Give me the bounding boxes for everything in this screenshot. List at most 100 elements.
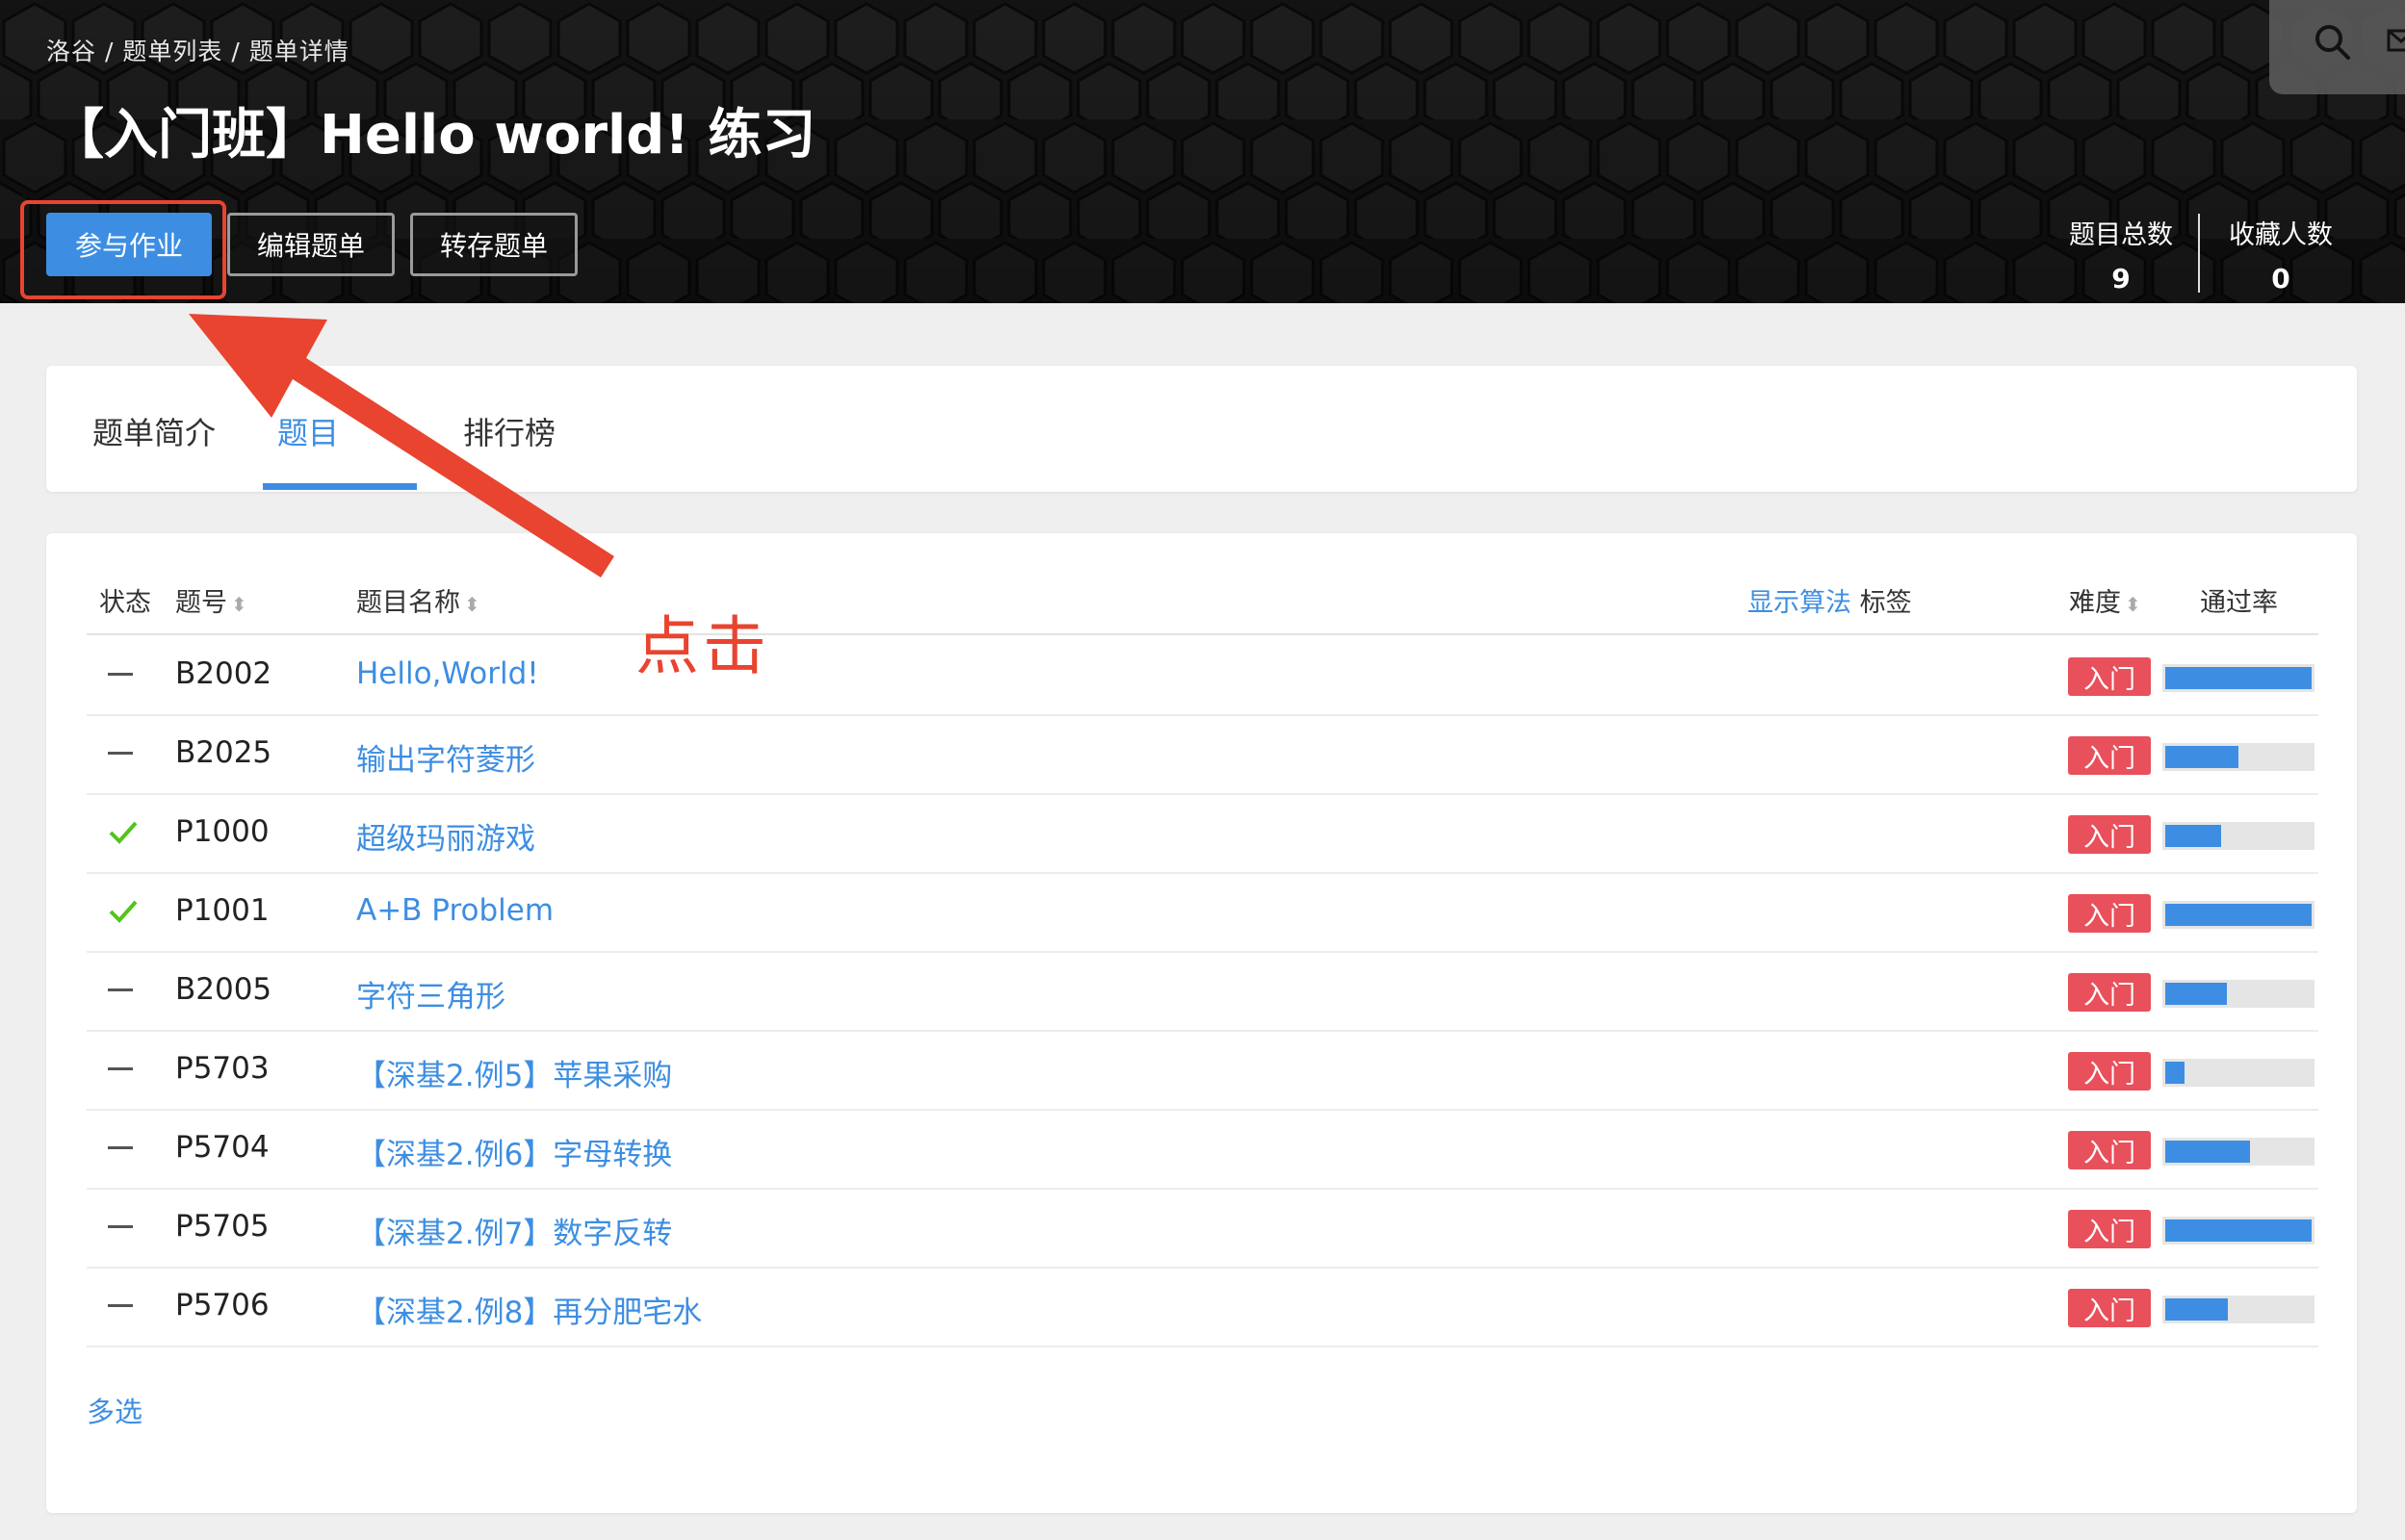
- pass-rate-bar: [2162, 901, 2314, 929]
- breadcrumb: 洛谷 / 题单列表 / 题单详情: [46, 33, 349, 67]
- header-name-label: 题目名称: [356, 588, 460, 618]
- tab-intro[interactable]: 题单简介: [92, 409, 216, 453]
- check-icon: [106, 893, 141, 928]
- problem-name-link[interactable]: 【深基2.例8】再分肥宅水: [356, 1288, 702, 1331]
- show-algorithm-link[interactable]: 显示算法: [1747, 588, 1851, 618]
- tab-ranking[interactable]: 排行榜: [463, 409, 556, 453]
- problem-id: P5706: [175, 1288, 270, 1322]
- header-id[interactable]: 题号 ⬍: [175, 581, 247, 619]
- problem-id: P5705: [175, 1209, 270, 1244]
- stat-divider: [2198, 214, 2200, 293]
- header-id-label: 题号: [175, 588, 227, 618]
- dash-icon: [106, 735, 141, 770]
- annotation-label: 点击: [635, 609, 770, 683]
- header-status: 状态: [99, 588, 151, 618]
- tabs-card: 题单简介 题目 排行榜: [46, 366, 2357, 492]
- pass-rate-bar: [2162, 1059, 2314, 1087]
- header-tags-label: 标签: [1859, 588, 1912, 618]
- difficulty-badge: 入门: [2068, 973, 2151, 1012]
- header-name[interactable]: 题目名称 ⬍: [356, 581, 480, 619]
- problem-name-link[interactable]: 【深基2.例5】苹果采购: [356, 1051, 672, 1094]
- breadcrumb-list[interactable]: 题单列表: [122, 38, 222, 65]
- pass-rate-fill: [2165, 1219, 2312, 1242]
- pass-rate-bar: [2162, 1296, 2314, 1323]
- pass-rate-bar: [2162, 822, 2314, 850]
- page-title: 【入门班】Hello world! 练习: [50, 104, 816, 167]
- pass-rate-fill: [2165, 667, 2312, 689]
- pass-rate-bar: [2162, 1217, 2314, 1245]
- sort-icon[interactable]: ⬍: [464, 593, 480, 616]
- breadcrumb-sep: /: [231, 38, 241, 65]
- sort-icon[interactable]: ⬍: [231, 593, 247, 616]
- pass-rate-bar: [2162, 980, 2314, 1008]
- header-pass-rate: 通过率: [2200, 588, 2278, 618]
- header-difficulty-label: 难度: [2069, 588, 2121, 618]
- save-list-button[interactable]: 转存题单: [410, 213, 578, 276]
- problem-name-link[interactable]: 超级玛丽游戏: [356, 814, 535, 858]
- difficulty-badge: 入门: [2068, 894, 2151, 933]
- pass-rate-fill: [2165, 904, 2312, 926]
- search-area: [2269, 0, 2405, 94]
- search-icon[interactable]: [2269, 0, 2405, 94]
- dash-icon: [106, 656, 141, 691]
- stat-favorites: 收藏人数 0: [2224, 214, 2338, 295]
- header-tags: 显示算法 标签: [1747, 581, 1912, 619]
- header-difficulty[interactable]: 难度 ⬍: [2069, 581, 2141, 619]
- pass-rate-fill: [2165, 1141, 2250, 1163]
- problem-id: B2025: [175, 735, 272, 770]
- table-row: B2025 输出字符菱形 入门: [87, 714, 2318, 795]
- table-row: P1001 A+B Problem 入门: [87, 872, 2318, 953]
- pass-rate-fill: [2165, 746, 2238, 768]
- difficulty-badge: 入门: [2068, 657, 2151, 696]
- table-row: P5703 【深基2.例5】苹果采购 入门: [87, 1030, 2318, 1111]
- pass-rate-bar: [2162, 664, 2314, 692]
- pass-rate-fill: [2165, 983, 2227, 1005]
- problem-name-link[interactable]: Hello,World!: [356, 656, 539, 691]
- pass-rate-bar: [2162, 1138, 2314, 1166]
- difficulty-badge: 入门: [2068, 815, 2151, 854]
- problem-name-link[interactable]: 【深基2.例7】数字反转: [356, 1209, 672, 1252]
- difficulty-badge: 入门: [2068, 1131, 2151, 1169]
- problem-id: B2002: [175, 656, 272, 691]
- problem-name-link[interactable]: A+B Problem: [356, 893, 554, 928]
- table-row: P5705 【深基2.例7】数字反转 入门: [87, 1188, 2318, 1269]
- problem-name-link[interactable]: 【深基2.例6】字母转换: [356, 1130, 672, 1173]
- sort-icon[interactable]: ⬍: [2125, 593, 2141, 616]
- dash-icon: [106, 1288, 141, 1322]
- pass-rate-fill: [2165, 1298, 2228, 1321]
- pass-rate-fill: [2165, 825, 2221, 847]
- edit-list-button[interactable]: 编辑题单: [227, 213, 395, 276]
- table-row: P5704 【深基2.例6】字母转换 入门: [87, 1109, 2318, 1190]
- table-row: P1000 超级玛丽游戏 入门: [87, 793, 2318, 874]
- dash-icon: [106, 972, 141, 1007]
- problem-id: P1001: [175, 893, 270, 928]
- breadcrumb-home[interactable]: 洛谷: [46, 38, 96, 65]
- dash-icon: [106, 1051, 141, 1086]
- stat-total-problems: 题目总数 9: [2064, 214, 2178, 295]
- table-row: B2002 Hello,World! 入门: [87, 635, 2318, 716]
- active-tab-indicator: [263, 483, 417, 490]
- problem-id: B2005: [175, 972, 272, 1007]
- problem-name-link[interactable]: 输出字符菱形: [356, 735, 535, 779]
- stat-fav-value: 0: [2271, 263, 2290, 295]
- table-row: B2005 字符三角形 入门: [87, 951, 2318, 1032]
- breadcrumb-sep: /: [104, 38, 115, 65]
- difficulty-badge: 入门: [2068, 1052, 2151, 1091]
- table-row: P5706 【深基2.例8】再分肥宅水 入门: [87, 1267, 2318, 1348]
- stat-total-label: 题目总数: [2069, 220, 2173, 250]
- mail-icon[interactable]: [2387, 27, 2405, 65]
- join-button-highlight: [20, 200, 226, 299]
- problem-id: P5703: [175, 1051, 270, 1086]
- problem-id: P5704: [175, 1130, 270, 1165]
- dash-icon: [106, 1209, 141, 1244]
- page-header: 洛谷 / 题单列表 / 题单详情 【入门班】Hello world! 练习 参与…: [0, 0, 2405, 303]
- multi-select-link[interactable]: 多选: [87, 1390, 142, 1430]
- stat-total-value: 9: [2111, 263, 2131, 295]
- dash-icon: [106, 1130, 141, 1165]
- difficulty-badge: 入门: [2068, 1289, 2151, 1327]
- problem-name-link[interactable]: 字符三角形: [356, 972, 505, 1015]
- problem-id: P1000: [175, 814, 270, 849]
- check-icon: [106, 814, 141, 849]
- tab-problems[interactable]: 题目: [277, 409, 339, 453]
- pass-rate-bar: [2162, 743, 2314, 771]
